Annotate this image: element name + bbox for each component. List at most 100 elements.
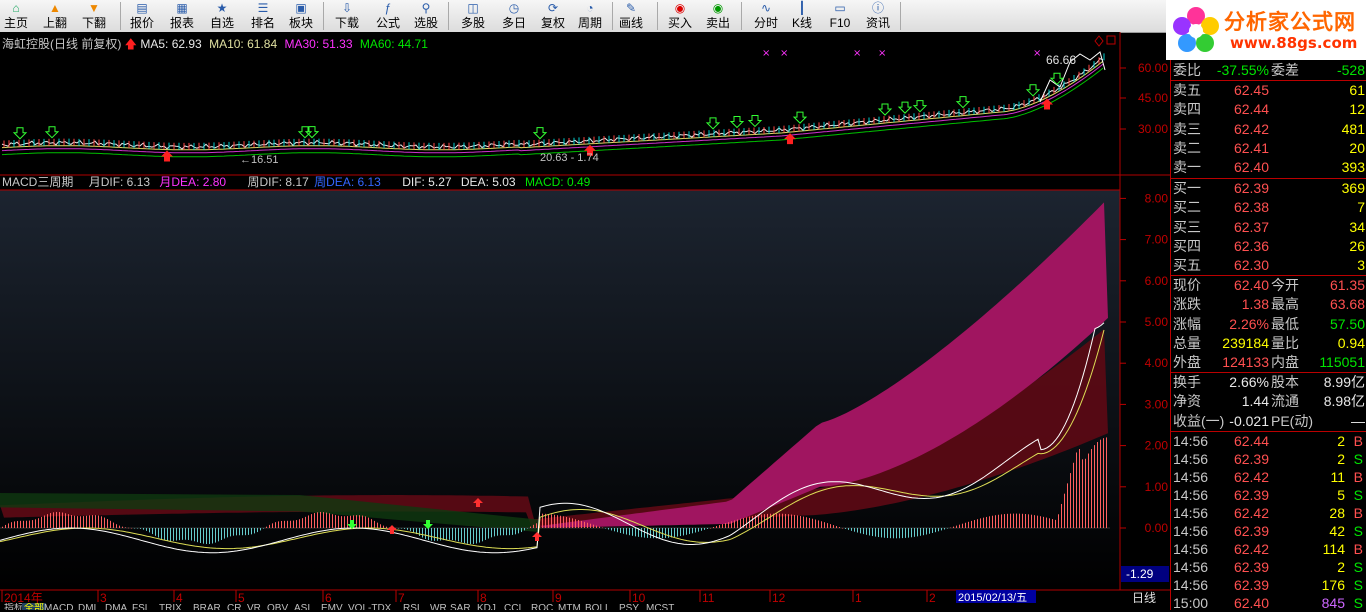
quote-stat-row: 换手 2.66% 股本 8.99亿: [1171, 373, 1366, 391]
indicator-tab[interactable]: MTM: [556, 603, 583, 610]
macd-histogram-bar: [866, 528, 867, 535]
stat-label: 收益(一): [1173, 412, 1225, 429]
macd-histogram-bar: [80, 516, 81, 528]
indicator-tab[interactable]: OBV: [265, 603, 290, 610]
indicator-tab[interactable]: MCST: [644, 603, 676, 610]
macd-histogram-bar: [293, 520, 294, 528]
macd-histogram-bar: [224, 528, 225, 539]
toolbar-button-13[interactable]: ◷ 多日: [496, 0, 532, 32]
macd-histogram-bar: [1052, 519, 1053, 528]
toolbar-button-15[interactable]: ◔ 周期: [572, 0, 608, 32]
toolbar-button-10[interactable]: ƒ 公式: [370, 0, 406, 32]
macd-histogram-bar: [32, 520, 33, 528]
indicator-tab[interactable]: VR: [245, 603, 263, 610]
toolbar-button-label: 报表: [169, 16, 194, 30]
main-y-tick-label: 60.00: [1138, 61, 1168, 75]
macd-histogram-bar: [845, 528, 846, 529]
tick-volume: 2: [1337, 559, 1345, 575]
macd-histogram-bar: [956, 525, 957, 528]
macd-histogram-bar: [965, 522, 966, 528]
main-y-tick-label: 30.00: [1138, 122, 1168, 136]
macd-histogram-bar: [104, 517, 105, 528]
macd-histogram-bar: [773, 513, 774, 528]
toolbar-button-21[interactable]: ▭ F10: [822, 0, 858, 32]
toolbar-button-16[interactable]: ✎ 画线: [613, 0, 649, 32]
toolbar-button-12[interactable]: ◫ 多股: [455, 0, 491, 32]
toolbar-button-20[interactable]: ┃ K线: [784, 0, 820, 32]
macd-histogram-bar: [512, 528, 513, 535]
macd-histogram-bar: [1043, 516, 1044, 528]
toolbar-button-17[interactable]: ◉ 买入: [662, 0, 698, 32]
weicha-value: -528: [1336, 62, 1365, 78]
indicator-tab[interactable]: SAR: [448, 603, 473, 610]
macd-histogram-bar: [338, 515, 339, 528]
macd-histogram-bar: [821, 521, 822, 528]
indicator-tab[interactable]: BRAR: [191, 603, 223, 610]
toolbar-button-7[interactable]: ☰ 排名: [245, 0, 281, 32]
toolbar-button-label: 复权: [540, 16, 565, 30]
indicator-tab[interactable]: DMI: [76, 603, 98, 610]
macd-histogram-bar: [122, 526, 123, 528]
toolbar-button-11[interactable]: ⚲ 选股: [408, 0, 444, 32]
stat-label: 最低: [1271, 315, 1299, 332]
macd-histogram-bar: [1079, 449, 1080, 528]
macd-histogram-bar: [1097, 442, 1098, 528]
page-up-icon: ▲: [49, 1, 61, 15]
macd-histogram-bar: [497, 528, 498, 536]
indicator-tab[interactable]: WR: [428, 603, 449, 610]
toolbar-button-1[interactable]: ⌂ 主页: [0, 0, 34, 32]
indicator-tab[interactable]: BOLL: [583, 603, 613, 610]
x-marker: ×: [853, 48, 861, 59]
indicator-tab[interactable]: VOL-TDX: [346, 603, 393, 610]
indicator-tab[interactable]: EMV: [319, 603, 345, 610]
macd-histogram-bar: [494, 528, 495, 537]
chart-area[interactable]: 60.00 45.00 30.00 × × × × × 66.66 ←16.51 20.63 - 1…: [0, 32, 1170, 610]
macd-histogram-bar: [215, 528, 216, 543]
toolbar-button-6[interactable]: ★ 自选: [204, 0, 240, 32]
indicator-tab[interactable]: CR: [225, 603, 243, 610]
indicator-tab[interactable]: ASI: [292, 603, 312, 610]
indicator-tab[interactable]: MACD: [42, 603, 75, 610]
quote-weibi-row: 委比 -37.55% 委差 -528: [1171, 61, 1366, 79]
toolbar-button-19[interactable]: ∿ 分时: [748, 0, 784, 32]
macd-histogram-bar: [449, 528, 450, 540]
macd-histogram-bar: [77, 516, 78, 528]
macd-histogram-bar: [920, 528, 921, 536]
indicator-tab[interactable]: RSI: [401, 603, 422, 610]
macd-histogram-bar: [1016, 513, 1017, 528]
ask-level-label: 卖五: [1173, 82, 1201, 98]
macd-histogram-bar: [623, 528, 624, 534]
indicator-tab[interactable]: FSL: [130, 603, 152, 610]
macd-histogram-bar: [383, 525, 384, 528]
macd-histogram-bar: [1061, 503, 1062, 528]
indicator-tab[interactable]: ROC: [529, 603, 555, 610]
macd-histogram-bar: [242, 528, 243, 536]
macd-histogram-bar: [803, 516, 804, 528]
toolbar-button-8[interactable]: ▣ 板块: [283, 0, 319, 32]
macd-histogram-bar: [806, 517, 807, 528]
macd-histogram-bar: [263, 528, 264, 529]
indicator-tab[interactable]: KDJ: [475, 603, 498, 610]
indicator-tab[interactable]: PSY: [617, 603, 641, 610]
multi-stock-icon: ◫: [467, 1, 479, 15]
indicator-tab[interactable]: DMA: [103, 603, 129, 610]
macd-histogram-bar: [593, 524, 594, 528]
news-icon: ⓘ: [871, 1, 884, 15]
macd-histogram-bar: [434, 528, 435, 541]
macd-histogram-bar: [782, 513, 783, 528]
toolbar-button-5[interactable]: ▦ 报表: [164, 0, 200, 32]
macd-histogram-bar: [614, 528, 615, 532]
indicator-tab[interactable]: CCI: [502, 603, 523, 610]
indicator-tab[interactable]: TRIX: [157, 603, 184, 610]
toolbar-button-22[interactable]: ⓘ 资讯: [860, 0, 896, 32]
toolbar-button-14[interactable]: ⟳ 复权: [535, 0, 571, 32]
toolbar-button-3[interactable]: ▼ 下翻: [76, 0, 112, 32]
stat-value: 0.94: [1337, 334, 1365, 351]
macd-histogram-bar: [329, 513, 330, 528]
toolbar-button-18[interactable]: ◉ 卖出: [700, 0, 736, 32]
macd-y-tick-label: 5.00: [1145, 315, 1169, 329]
ask-row: 卖一 62.40 393: [1171, 158, 1366, 176]
toolbar-button-4[interactable]: ▤ 报价: [124, 0, 160, 32]
toolbar-button-2[interactable]: ▲ 上翻: [37, 0, 73, 32]
toolbar-button-9[interactable]: ⇩ 下载: [329, 0, 365, 32]
